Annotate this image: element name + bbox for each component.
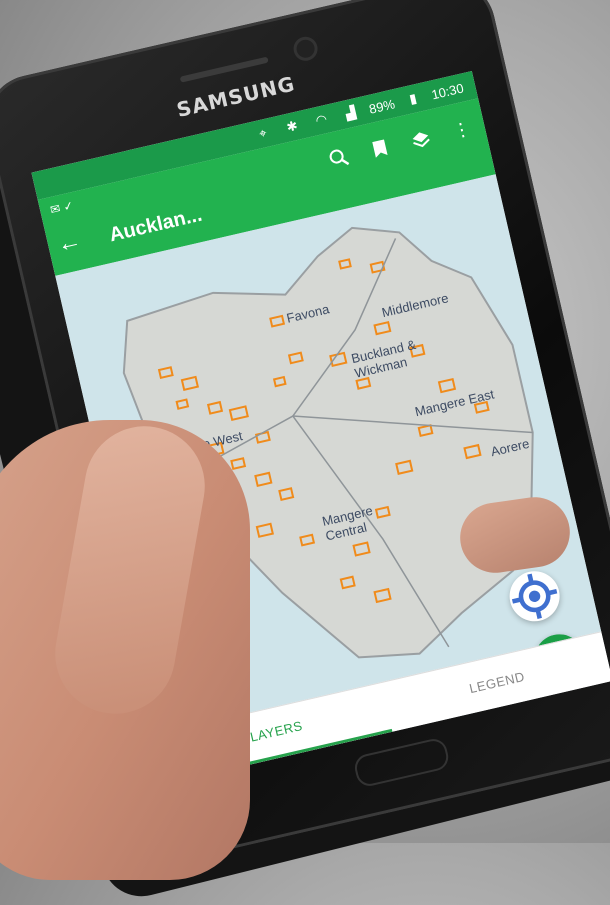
wifi-icon: ◠ (314, 110, 329, 129)
bluetooth-icon: ✱ (285, 117, 300, 135)
more-vert-icon[interactable]: ⋮ (449, 117, 475, 143)
photo-scene: SAMSUNG ⌖ ✱ ◠ ▟ 89% ▮ 10:30 ✉ ✓ ← Auckla… (0, 0, 610, 905)
search-icon[interactable] (326, 145, 352, 171)
signal-icon: ▟ (343, 104, 358, 122)
layers-icon[interactable] (408, 126, 434, 152)
notification-icons: ✉ ✓ (48, 198, 75, 218)
location-icon: ⌖ (257, 124, 269, 142)
page-title: Aucklan... (107, 203, 205, 247)
arrow-left-icon[interactable]: ← (54, 227, 83, 259)
home-button (352, 736, 451, 789)
front-camera (294, 37, 317, 60)
bookmark-icon[interactable] (367, 135, 393, 161)
battery-percent: 89% (367, 95, 397, 117)
battery-icon: ▮ (407, 90, 419, 107)
clock: 10:30 (429, 79, 465, 102)
